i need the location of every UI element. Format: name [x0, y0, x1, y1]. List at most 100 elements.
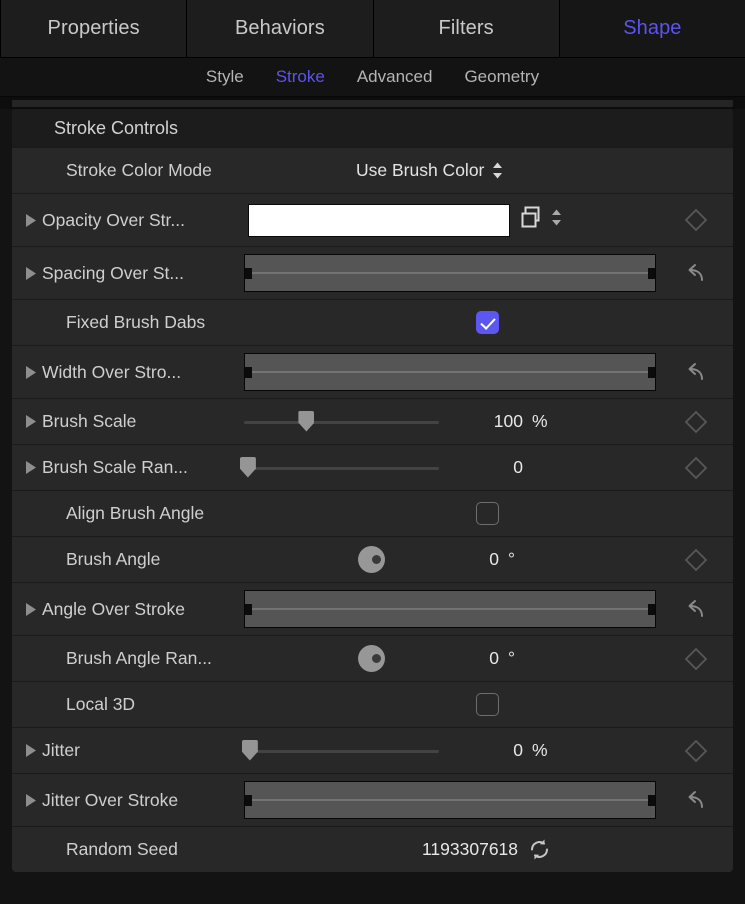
subtab-stroke[interactable]: Stroke [274, 65, 327, 89]
gradient-start-tag[interactable] [245, 367, 252, 378]
disclosure-spacing-over-stroke[interactable] [12, 266, 42, 281]
brush-scale-value[interactable]: 100 [439, 411, 525, 432]
gradient-start-tag[interactable] [245, 268, 252, 279]
gutter-jitter-over-stroke [659, 786, 733, 814]
opacity-stepper[interactable] [550, 208, 563, 232]
opacity-gradient-well[interactable] [248, 203, 510, 237]
brush-scale-randomness-value[interactable]: 0 [439, 457, 525, 478]
fixed-brush-dabs-checkbox[interactable] [475, 311, 499, 334]
keyframe-diamond-icon[interactable] [683, 547, 709, 573]
gutter-brush-angle-randomness [659, 646, 733, 672]
row-stroke-color-mode: Stroke Color Mode Use Brush Color [12, 147, 733, 193]
control-jitter: 0 % [238, 739, 659, 761]
layers-icon[interactable] [519, 205, 544, 235]
shape-sub-tab-bar: Style Stroke Advanced Geometry [0, 58, 745, 97]
tab-properties[interactable]: Properties [0, 0, 188, 57]
random-seed-value[interactable]: 1193307618 [422, 839, 518, 860]
refresh-icon[interactable] [527, 837, 552, 862]
random-seed-wrap: 1193307618 [356, 837, 618, 862]
dial-indicator [372, 555, 381, 564]
brush-angle-randomness-value[interactable]: 0 [415, 648, 501, 669]
group-title: Stroke Controls [54, 117, 179, 138]
disclosure-triangle-icon [26, 266, 36, 280]
disclosure-angle-over-stroke[interactable] [12, 602, 42, 617]
row-brush-scale: Brush Scale 100 % [12, 398, 733, 444]
stroke-controls-panel: Stroke Controls Stroke Color Mode Use Br… [12, 109, 733, 872]
gradient-midline [245, 371, 655, 373]
brush-angle-randomness-dial[interactable] [358, 645, 385, 672]
disclosure-triangle-icon [26, 793, 36, 807]
slider-thumb[interactable] [241, 739, 258, 761]
slider-thumb[interactable] [239, 456, 256, 478]
main-tab-bar: Properties Behaviors Filters Shape [0, 0, 745, 58]
row-brush-scale-randomness: Brush Scale Ran... 0 [12, 444, 733, 490]
gutter-angle-over-stroke [659, 595, 733, 623]
label-stroke-color-mode: Stroke Color Mode [66, 160, 212, 180]
subtab-advanced[interactable]: Advanced [355, 65, 435, 89]
spacing-gradient-bar[interactable] [244, 254, 656, 292]
label-brush-angle: Brush Angle [66, 549, 161, 569]
gradient-midline [245, 608, 655, 610]
angle-gradient-bar[interactable] [244, 590, 656, 628]
panel-scrollbar[interactable] [0, 97, 745, 109]
reset-icon[interactable] [682, 259, 710, 287]
stroke-color-mode-popup[interactable]: Use Brush Color [356, 160, 504, 181]
slider-track [244, 420, 439, 424]
brush-angle-dial[interactable] [358, 546, 385, 573]
label-jitter: Jitter [42, 740, 80, 760]
gradient-start-tag[interactable] [245, 604, 252, 615]
gradient-midline [245, 272, 655, 274]
reset-icon[interactable] [682, 595, 710, 623]
label-opacity-over-stroke: Opacity Over Str... [42, 209, 185, 230]
stroke-color-mode-value: Use Brush Color [356, 160, 485, 180]
keyframe-diamond-icon[interactable] [683, 455, 709, 481]
keyframe-diamond-icon[interactable] [683, 207, 709, 233]
disclosure-width-over-stroke[interactable] [12, 365, 42, 380]
disclosure-jitter-over-stroke[interactable] [12, 793, 42, 808]
disclosure-brush-scale-randomness[interactable] [12, 460, 42, 475]
align-brush-angle-checkbox[interactable] [475, 502, 499, 525]
row-fixed-brush-dabs: Fixed Brush Dabs [12, 299, 733, 345]
brush-angle-unit: ° [508, 549, 515, 569]
brush-angle-randomness-dial-wrap [220, 645, 415, 672]
gradient-end-tag[interactable] [648, 268, 655, 279]
gradient-end-tag[interactable] [648, 795, 655, 806]
gradient-end-tag[interactable] [648, 604, 655, 615]
disclosure-brush-scale[interactable] [12, 414, 42, 429]
gutter-jitter [659, 738, 733, 764]
tab-shape[interactable]: Shape [559, 0, 745, 57]
width-gradient-bar[interactable] [244, 353, 656, 391]
jitter-unit: % [532, 740, 548, 760]
tab-filters[interactable]: Filters [373, 0, 560, 57]
control-jitter-over-stroke [238, 781, 659, 819]
subtab-style[interactable]: Style [204, 65, 246, 89]
disclosure-jitter[interactable] [12, 743, 42, 758]
keyframe-diamond-icon[interactable] [683, 738, 709, 764]
jitter-value[interactable]: 0 [439, 740, 525, 761]
label-jitter-over-stroke: Jitter Over Stroke [42, 789, 179, 810]
control-fixed-brush-dabs [214, 311, 659, 334]
group-header-stroke-controls: Stroke Controls [12, 109, 733, 147]
tab-behaviors[interactable]: Behaviors [187, 0, 374, 57]
keyframe-diamond-icon[interactable] [683, 409, 709, 435]
align-brush-angle-checkbox-wrap [356, 502, 618, 525]
gradient-start-tag[interactable] [245, 795, 252, 806]
label-width-over-stroke: Width Over Stro... [42, 361, 182, 382]
local-3d-checkbox[interactable] [475, 693, 499, 716]
slider-thumb[interactable] [298, 410, 315, 432]
brush-angle-value[interactable]: 0 [415, 549, 501, 570]
jitter-gradient-bar[interactable] [244, 781, 656, 819]
scrollbar-track[interactable] [12, 100, 733, 107]
reset-icon[interactable] [682, 786, 710, 814]
gutter-width-over-stroke [659, 358, 733, 386]
gutter-opacity-over-stroke [659, 207, 733, 233]
gradient-midline [245, 799, 655, 801]
gradient-end-tag[interactable] [648, 367, 655, 378]
keyframe-diamond-icon[interactable] [683, 646, 709, 672]
gutter-brush-scale [659, 409, 733, 435]
subtab-geometry[interactable]: Geometry [462, 65, 541, 89]
reset-icon[interactable] [682, 358, 710, 386]
row-opacity-over-stroke: Opacity Over Str... [12, 193, 733, 246]
disclosure-opacity-over-stroke[interactable] [12, 213, 42, 228]
row-jitter-over-stroke: Jitter Over Stroke [12, 773, 733, 826]
